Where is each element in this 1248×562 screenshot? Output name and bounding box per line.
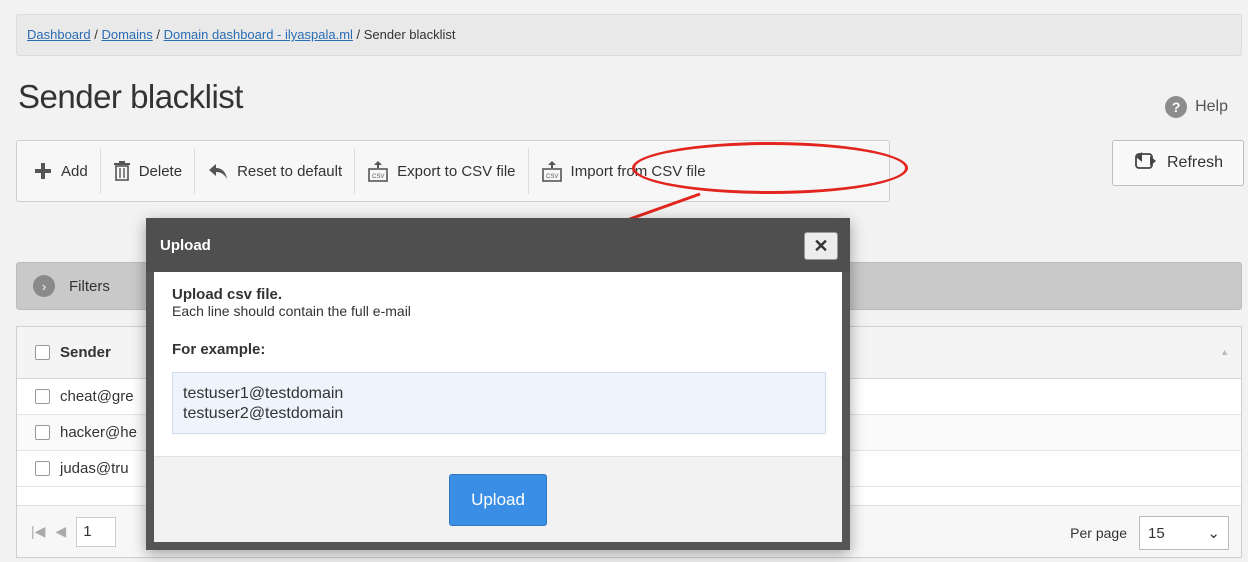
prev-page-icon[interactable]: ◀ [55, 523, 66, 540]
page-title: Sender blacklist [18, 78, 243, 115]
upload-button[interactable]: Upload [449, 473, 547, 526]
dialog-heading: Upload csv file. [172, 286, 283, 303]
add-button[interactable]: Add [21, 148, 101, 194]
breadcrumb-link-domains[interactable]: Domains [101, 27, 152, 42]
breadcrumb: Dashboard / Domains / Domain dashboard -… [16, 14, 1242, 56]
reset-to-default-button[interactable]: Reset to default [195, 148, 356, 194]
per-page-value: 15 [1148, 524, 1165, 542]
import-label: Import from CSV file [570, 162, 706, 180]
per-page-label: Per page [1070, 525, 1127, 541]
refresh-button[interactable]: Refresh [1112, 140, 1244, 186]
page-number-input[interactable]: 1 [76, 516, 117, 547]
csv-export-icon: CSV [367, 160, 389, 182]
column-header-sender[interactable]: Sender [60, 344, 111, 361]
row-checkbox[interactable] [35, 425, 50, 440]
add-label: Add [61, 162, 88, 180]
sort-icon[interactable]: ▲ [1220, 347, 1229, 357]
row-checkbox[interactable] [35, 389, 50, 404]
trash-icon [113, 161, 131, 181]
dialog-title: Upload [160, 236, 211, 254]
undo-icon [207, 162, 229, 180]
dialog-header: Upload ✕ [146, 218, 850, 272]
sender-cell: judas@tru [60, 460, 129, 477]
refresh-label: Refresh [1166, 154, 1224, 171]
chevron-down-icon: ⌄ [1207, 525, 1220, 542]
reset-label: Reset to default [237, 162, 343, 180]
delete-button[interactable]: Delete [101, 148, 196, 194]
help-link[interactable]: ? Help [1165, 96, 1228, 118]
delete-label: Delete [138, 162, 183, 180]
example-label: For example: [172, 341, 266, 358]
svg-text:CSV: CSV [546, 174, 558, 180]
csv-import-icon: CSV [541, 160, 563, 182]
export-label: Export to CSV file [397, 162, 516, 180]
example-box: testuser1@testdomain testuser2@testdomai… [172, 372, 826, 434]
filters-label: Filters [69, 277, 110, 295]
per-page-control: Per page 15 ⌄ [1070, 516, 1229, 550]
chevron-right-icon: › [33, 275, 55, 297]
sender-cell: cheat@gre [60, 388, 134, 405]
svg-text:CSV: CSV [372, 174, 384, 180]
close-icon: ✕ [813, 235, 829, 256]
dialog-description: Each line should contain the full e-mail [172, 303, 411, 319]
dialog-body: Upload csv file. Each line should contai… [172, 286, 832, 434]
import-csv-button[interactable]: CSV Import from CSV file [529, 148, 718, 194]
export-csv-button[interactable]: CSV Export to CSV file [355, 148, 529, 194]
question-icon: ? [1165, 96, 1188, 118]
breadcrumb-link-domain-dashboard[interactable]: Domain dashboard - ilyaspala.ml [164, 27, 353, 42]
example-line: testuser2@testdomain [183, 405, 344, 422]
sender-cell: hacker@he [60, 424, 137, 441]
per-page-select[interactable]: 15 ⌄ [1139, 516, 1229, 550]
help-label: Help [1195, 98, 1228, 115]
page: Dashboard / Domains / Domain dashboard -… [0, 0, 1248, 562]
row-checkbox[interactable] [35, 461, 50, 476]
first-page-icon[interactable]: |◀ [31, 523, 45, 540]
upload-dialog: Upload ✕ Upload csv file. Each line shou… [146, 218, 850, 550]
example-line: testuser1@testdomain [183, 385, 344, 402]
select-all-checkbox[interactable] [35, 345, 50, 360]
breadcrumb-link-dashboard[interactable]: Dashboard [27, 27, 91, 42]
toolbar: Add Delete Reset to default CSV Export t… [16, 140, 890, 202]
plus-icon [33, 161, 53, 181]
refresh-icon [1133, 150, 1159, 177]
breadcrumb-current: Sender blacklist [363, 27, 456, 42]
close-button[interactable]: ✕ [804, 232, 838, 260]
dialog-footer: Upload [154, 456, 842, 542]
